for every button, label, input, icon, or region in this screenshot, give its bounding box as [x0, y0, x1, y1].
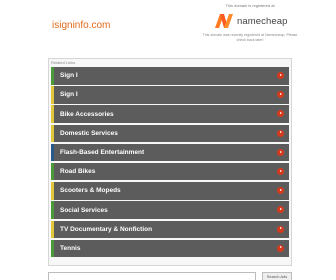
arrow-right-icon [277, 148, 284, 156]
related-link-label: Road Bikes [60, 168, 96, 176]
related-link-item[interactable]: Sign I [51, 86, 289, 104]
related-link-label: Scooters & Mopeds [60, 187, 121, 195]
related-link-item[interactable]: Sign I [51, 67, 289, 85]
search-button[interactable]: Search Ads [262, 272, 292, 280]
related-link-item[interactable]: Social Services [51, 201, 289, 219]
arrow-right-icon [277, 167, 284, 175]
arrow-right-icon [277, 91, 284, 99]
related-links-panel: Related Links Sign I Sign I Bike Accessori… [48, 58, 292, 266]
related-link-label: Social Services [60, 206, 108, 214]
arrow-right-icon [277, 129, 284, 137]
arrow-right-icon [277, 206, 284, 214]
related-link-item[interactable]: TV Documentary & Nonfiction [51, 220, 289, 238]
registrar-note: This domain is registered at [225, 3, 275, 8]
namecheap-logo-text: namecheap [237, 15, 288, 27]
related-link-item[interactable]: Domestic Services [51, 124, 289, 143]
related-link-label: TV Documentary & Nonfiction [60, 225, 153, 233]
related-link-item[interactable]: Bike Accessories [51, 105, 289, 123]
namecheap-n-icon [215, 14, 233, 28]
related-link-label: Bike Accessories [60, 110, 114, 118]
arrow-right-icon [277, 187, 284, 195]
related-link-item[interactable]: Road Bikes [51, 162, 289, 181]
arrow-right-icon [277, 225, 284, 233]
namecheap-logo[interactable]: namecheap [214, 12, 288, 30]
arrow-right-icon [277, 72, 284, 79]
related-link-label: Sign I [60, 91, 78, 99]
related-link-label: Domestic Services [60, 129, 118, 137]
related-links-title: Related Links [51, 60, 76, 65]
related-link-item[interactable]: Scooters & Mopeds [51, 182, 289, 200]
related-link-label: Tennis [60, 244, 81, 252]
related-link-label: Flash-Based Entertainment [60, 149, 145, 156]
related-link-item[interactable]: Flash-Based Entertainment [51, 143, 289, 162]
registrar-sub-note: This domain was recently registered at N… [202, 33, 298, 42]
related-link-label: Sign I [60, 72, 78, 80]
arrow-right-icon [277, 244, 284, 252]
related-link-item[interactable]: Tennis [51, 239, 289, 258]
domain-name: isigninfo.com [52, 20, 111, 31]
arrow-right-icon [277, 110, 284, 118]
related-links-list: Sign I Sign I Bike Accessories Domestic Ser… [51, 67, 289, 259]
search-input[interactable] [48, 272, 256, 280]
